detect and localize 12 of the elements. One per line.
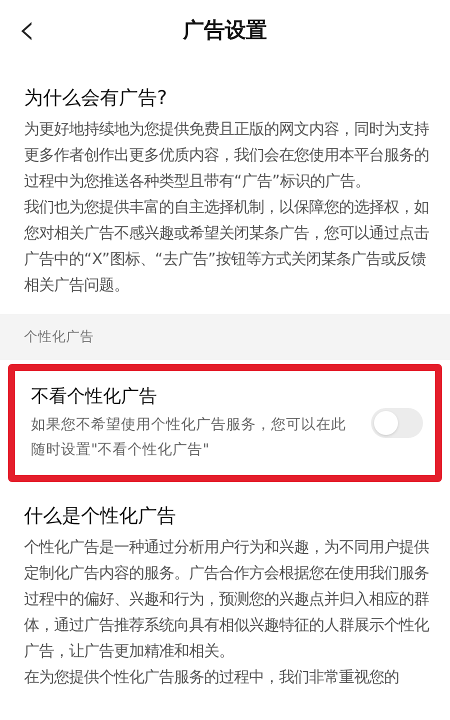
setting-title: 不看个性化广告	[31, 385, 158, 409]
setting-description: 如果您不希望使用个性化广告服务，您可以在此随时设置"不看个性化广告"	[31, 416, 347, 460]
toggle-switch[interactable]	[371, 408, 423, 438]
paragraph: 我们也为您提供丰富的自主选择机制，以保障您的选择权，如您对相关广告不感兴趣或希望关闭某条广告，您可以通过点击广告中的“X”图标、“去广告”按钮等方式关闭某条广告或反馈相关广告问题。	[24, 197, 430, 296]
paragraph: 为更好地持续地为您提供免费且正版的网文内容，同时为支持更多作者创作出更多优质内容，我们会在您使用本平台服务的过程中为您推送各种类型且带有“广告”标识的广告。	[24, 119, 430, 192]
paragraph: 个性化广告是一种通过分析用户行为和兴趣，为不同用户提供定制化广告内容的服务。广告合作方会根据您在使用我们服务过程中的偏好、兴趣和行为，预测您的兴趣点并归入相应的群体，通过广告推荐系统向具有相似兴趣特征的人群展示个性化广告，让广告更加精准和相关。	[24, 537, 430, 662]
section-label: 个性化广告	[24, 328, 94, 347]
back-button[interactable]: ‹	[18, 10, 36, 50]
section-heading: 什么是个性化广告	[24, 504, 177, 529]
section-heading: 为什么会有广告?	[24, 86, 168, 111]
paragraph: 在为您提供个性化广告服务的过程中，我们非常重视您的	[24, 667, 400, 688]
page-title: 广告设置	[183, 17, 267, 44]
